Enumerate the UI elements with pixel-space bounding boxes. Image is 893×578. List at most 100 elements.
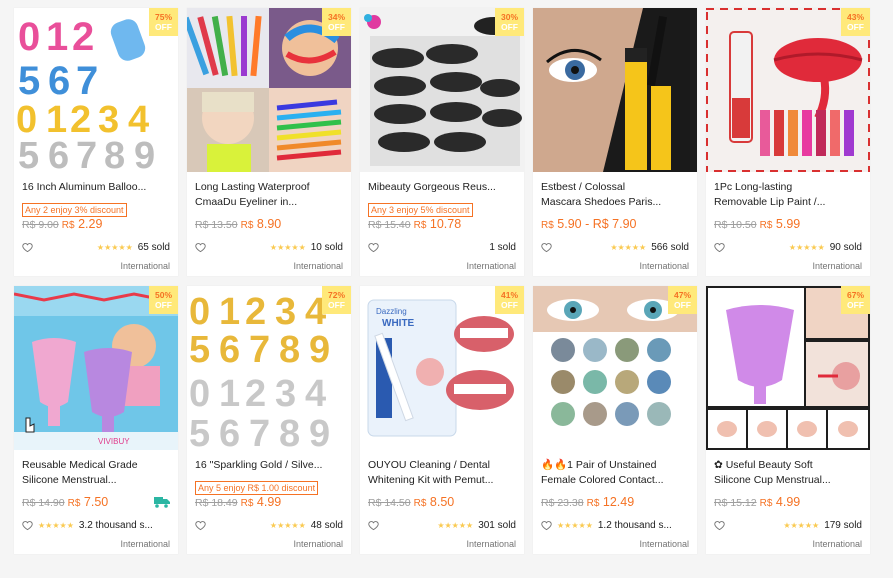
product-title-line1[interactable]: Estbest / Colossal — [541, 180, 689, 195]
svg-text:5: 5 — [189, 413, 210, 450]
svg-text:8: 8 — [104, 135, 125, 172]
product-card[interactable]: 47% OFF 🔥🔥1 Pair of Unstained Female Col… — [533, 286, 697, 554]
discount-off-label: OFF — [501, 22, 518, 32]
sold-count: 566 sold — [651, 242, 689, 253]
product-title[interactable]: Reusable Medical Grade Silicone Menstrua… — [22, 458, 170, 488]
heart-outline-icon[interactable] — [368, 520, 379, 531]
heart-outline-icon[interactable] — [714, 242, 725, 253]
currency: R$ — [61, 220, 75, 231]
product-image[interactable]: VIVIBUY 50% OFF — [14, 286, 178, 450]
rating-stars: ★★★★★ — [96, 243, 133, 252]
product-title-line1[interactable]: 🔥🔥1 Pair of Unstained — [541, 458, 689, 473]
product-title[interactable]: ✿ Useful Beauty Soft Silicone Cup Menstr… — [714, 458, 862, 488]
product-image[interactable]: 30% OFF — [360, 8, 524, 172]
price-row: R$ 15.12 R$ 4.99 — [714, 495, 862, 509]
discount-badge: 67% OFF — [841, 286, 870, 314]
original-price: R$ 18.49 — [195, 497, 238, 509]
product-image[interactable]: 43% OFF — [706, 8, 870, 172]
product-image[interactable] — [533, 8, 697, 172]
price-row: R$ 23.38 R$ 12.49 — [541, 495, 689, 509]
currency: R$ — [240, 220, 254, 231]
discount-percent: 67% — [846, 290, 864, 300]
svg-text:3: 3 — [275, 373, 296, 415]
rating-row: ★★★★★ 301 sold — [368, 520, 516, 531]
product-card[interactable]: 0 1 2 5 6 7 0 1 2 3 4 5 6 7 8 9 75% OFF — [14, 8, 178, 276]
rating-row: ★★★★★ 90 sold — [714, 242, 862, 253]
product-title-line2[interactable]: Mascara Shedoes Paris... — [541, 195, 689, 210]
heart-outline-icon[interactable] — [368, 242, 379, 253]
product-title-line1[interactable]: Mibeauty Gorgeous Reus... — [368, 181, 496, 193]
svg-text:5: 5 — [18, 59, 40, 103]
discount-off-label: OFF — [847, 300, 864, 310]
product-image[interactable]: 67% OFF — [706, 286, 870, 450]
product-title-line1[interactable]: Reusable Medical Grade — [22, 458, 170, 473]
product-title-line1[interactable]: OUYOU Cleaning / Dental — [368, 458, 516, 473]
discount-off-label: OFF — [155, 22, 172, 32]
product-image[interactable]: 47% OFF — [533, 286, 697, 450]
heart-outline-icon[interactable] — [22, 520, 33, 531]
heart-outline-icon[interactable] — [541, 520, 552, 531]
heart-outline-icon[interactable] — [541, 242, 552, 253]
svg-text:VIVIBUY: VIVIBUY — [98, 437, 130, 446]
truck-icon — [154, 497, 170, 508]
discount-badge: 34% OFF — [322, 8, 351, 36]
discount-percent: 50% — [154, 290, 172, 300]
product-title[interactable]: OUYOU Cleaning / Dental Whitening Kit wi… — [368, 458, 516, 488]
origin-label: International — [120, 539, 170, 549]
original-price: R$ 10.50 — [714, 219, 757, 231]
product-image[interactable]: Dazzling WHITE 41% OFF — [360, 286, 524, 450]
product-title-line1[interactable]: ✿ Useful Beauty Soft — [714, 458, 862, 473]
product-title-line2[interactable]: Female Colored Contact... — [541, 473, 689, 488]
product-title-line1[interactable]: 16 Inch Aluminum Balloo... — [22, 181, 146, 193]
sale-price: R$ 5.99 — [760, 217, 801, 231]
product-title[interactable]: 🔥🔥1 Pair of Unstained Female Colored Con… — [541, 458, 689, 488]
product-card[interactable]: Dazzling WHITE 41% OFF OUYOU Cleaning / … — [360, 286, 524, 554]
product-title-line1[interactable]: 1Pc Long-lasting — [714, 180, 862, 195]
product-title-line2[interactable]: Silicone Cup Menstrual... — [714, 473, 862, 488]
product-card[interactable]: 67% OFF ✿ Useful Beauty Soft Silicone Cu… — [706, 286, 870, 554]
rating-stars: ★★★★★ — [610, 243, 647, 252]
price-value: 5.99 — [775, 217, 801, 231]
mascara-image — [533, 8, 697, 172]
product-title[interactable]: Long Lasting Waterproof CmaaDu Eyeliner … — [195, 180, 343, 210]
product-title[interactable]: 1Pc Long-lasting Removable Lip Paint /..… — [714, 180, 862, 210]
product-image[interactable]: 34% OFF — [187, 8, 351, 172]
sold-count: 179 sold — [824, 520, 862, 531]
price-value: 5.90 - R$ 7.90 — [557, 217, 637, 231]
heart-outline-icon[interactable] — [714, 520, 725, 531]
product-title-line2[interactable]: Whitening Kit with Pemut... — [368, 473, 516, 488]
sale-price: R$ 10.78 — [414, 217, 462, 231]
heart-outline-icon[interactable] — [195, 242, 206, 253]
price-row: R$ 18.49 R$ 4.99 — [195, 495, 343, 509]
product-title-line2[interactable]: CmaaDu Eyeliner in... — [195, 195, 343, 210]
svg-text:9: 9 — [134, 135, 155, 172]
currency: R$ — [759, 220, 773, 231]
currency: R$ — [541, 220, 554, 231]
origin-label: International — [812, 261, 862, 271]
origin-label: International — [639, 261, 689, 271]
svg-text:2: 2 — [245, 373, 266, 415]
discount-badge: 47% OFF — [668, 286, 697, 314]
product-card[interactable]: 34% OFF Long Lasting Waterproof CmaaDu E… — [187, 8, 351, 276]
product-image[interactable]: 0 1 2 5 6 7 0 1 2 3 4 5 6 7 8 9 75% OFF — [14, 8, 178, 172]
product-title-line2[interactable]: Removable Lip Paint /... — [714, 195, 862, 210]
product-title-line1[interactable]: Long Lasting Waterproof — [195, 180, 343, 195]
heart-outline-icon[interactable] — [195, 520, 206, 531]
product-card[interactable]: 43% OFF 1Pc Long-lasting Removable Lip P… — [706, 8, 870, 276]
product-title-line1[interactable]: 16 "Sparkling Gold / Silve... — [195, 459, 322, 471]
price-value: 7.50 — [83, 495, 109, 509]
product-image[interactable]: 01234 56789 01234 56789 72% OFF — [187, 286, 351, 450]
currency: R$ — [759, 498, 773, 509]
product-card[interactable]: Estbest / Colossal Mascara Shedoes Paris… — [533, 8, 697, 276]
product-card[interactable]: 30% OFF Mibeauty Gorgeous Reus... Any 3 … — [360, 8, 524, 276]
sale-price: R$ 12.49 — [587, 495, 635, 509]
product-card[interactable]: VIVIBUY 50% OFF Reusable Medical Grade S… — [14, 286, 178, 554]
heart-outline-icon[interactable] — [22, 242, 33, 253]
product-title[interactable]: Estbest / Colossal Mascara Shedoes Paris… — [541, 180, 689, 210]
product-title-line2[interactable]: Silicone Menstrual... — [22, 473, 170, 488]
rating-stars: ★★★★★ — [269, 521, 306, 530]
product-card[interactable]: 01234 56789 01234 56789 72% OFF 16 "Spar… — [187, 286, 351, 554]
rating-stars: ★★★★★ — [783, 521, 820, 530]
original-price: R$ 9.00 — [22, 219, 59, 231]
svg-text:5: 5 — [18, 135, 39, 172]
